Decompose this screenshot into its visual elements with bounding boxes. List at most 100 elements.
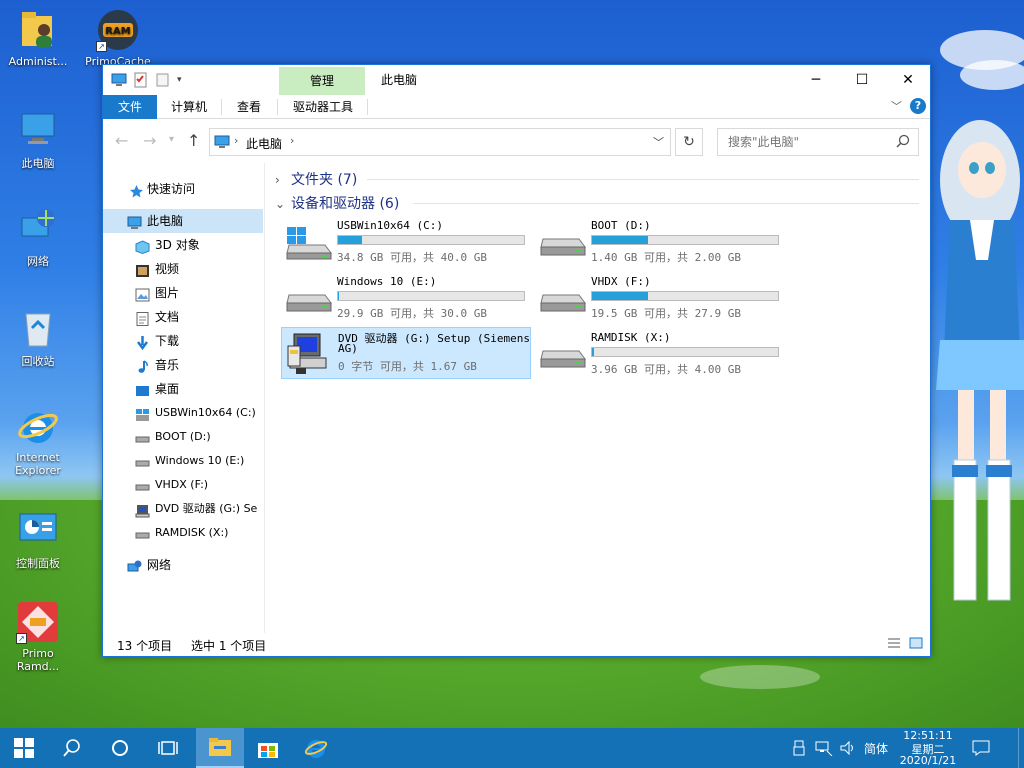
title-bar[interactable]: ▾ 管理 此电脑 ─ ☐ ✕: [103, 65, 930, 95]
desktop-icon-recycle-bin[interactable]: 回收站: [0, 306, 76, 369]
minimize-button[interactable]: ─: [793, 65, 839, 95]
ribbon-divider: [367, 99, 368, 115]
cortana-circle-icon: [112, 740, 128, 756]
ime-indicator[interactable]: 简体: [860, 740, 892, 757]
drive-tile-x[interactable]: RAMDISK (X:) 3.96 GB 可用，共 4.00 GB: [535, 329, 785, 381]
nav-label: 网络: [147, 558, 172, 572]
nav-drive-x[interactable]: RAMDISK (X:): [103, 521, 263, 545]
show-desktop-button[interactable]: [1018, 728, 1024, 768]
recent-locations-chevron-icon[interactable]: ▾: [169, 134, 174, 145]
desktop-icon-internet-explorer[interactable]: Internet Explorer: [0, 404, 76, 477]
nav-desktop[interactable]: 桌面: [103, 377, 263, 401]
navigation-bar: ← → ▾ ↑ › 此电脑 › ﹀ ↻: [103, 119, 930, 163]
drive-tile-d[interactable]: BOOT (D:) 1.40 GB 可用，共 2.00 GB: [535, 217, 785, 269]
nav-pictures[interactable]: 图片: [103, 281, 263, 305]
nav-downloads[interactable]: 下载: [103, 329, 263, 353]
breadcrumb-separator-icon[interactable]: ›: [290, 134, 294, 147]
address-bar[interactable]: › 此电脑 › ﹀: [209, 128, 671, 156]
tab-drive-tools[interactable]: 驱动器工具: [281, 95, 365, 119]
nav-this-pc[interactable]: 此电脑: [103, 209, 263, 233]
forward-arrow-icon[interactable]: →: [143, 131, 156, 150]
search-input[interactable]: [718, 129, 888, 155]
nav-label: Windows 10 (E:): [155, 454, 245, 467]
new-folder-icon[interactable]: [155, 72, 171, 88]
search-button[interactable]: [48, 728, 96, 768]
wallpaper-cloud: [700, 665, 820, 689]
nav-quick-access[interactable]: 快速访问: [103, 177, 263, 201]
breadcrumb-separator-icon[interactable]: ›: [234, 134, 238, 147]
svg-text:RAM: RAM: [105, 26, 130, 37]
nav-drive-c[interactable]: USBWin10x64 (C:): [103, 401, 263, 425]
computer-icon: [16, 108, 60, 152]
search-box[interactable]: [717, 128, 919, 156]
tray-volume-icon[interactable]: [836, 728, 860, 768]
tray-usb-icon[interactable]: [788, 728, 810, 768]
tab-file[interactable]: 文件: [103, 95, 157, 119]
nav-network[interactable]: 网络: [103, 553, 263, 577]
desktop-icon: [135, 382, 150, 396]
refresh-button[interactable]: ↻: [675, 128, 703, 156]
desktop-icon-label: 此电脑: [21, 157, 55, 170]
properties-icon[interactable]: [133, 72, 149, 88]
breadcrumb-this-pc[interactable]: 此电脑: [246, 135, 282, 152]
nav-3d-objects[interactable]: 3D 对象: [103, 233, 263, 257]
desktop-icon-primocache[interactable]: RAM ↗ PrimoCache: [80, 8, 156, 68]
nav-videos[interactable]: 视频: [103, 257, 263, 281]
music-note-icon: [135, 358, 150, 373]
nav-documents[interactable]: 文档: [103, 305, 263, 329]
clock-date[interactable]: 2020/1/21: [896, 754, 960, 767]
desktop-icon-administrator[interactable]: Administ...: [0, 8, 76, 68]
group-header-devices[interactable]: ⌄ 设备和驱动器 (6): [275, 193, 399, 213]
video-icon: [135, 262, 150, 277]
ie-icon: [16, 404, 60, 448]
desktop-icon-primo-ramdisk[interactable]: ↗ Primo Ramd...: [0, 600, 76, 673]
drive-capacity-text: 0 字节 可用，共 1.67 GB: [338, 360, 477, 373]
taskbar-file-explorer[interactable]: [196, 728, 244, 768]
hard-drive-icon: [285, 281, 333, 317]
tray-network-icon[interactable]: [812, 728, 836, 768]
desktop-icon-network[interactable]: 网络: [0, 206, 76, 269]
hard-drive-icon: [539, 337, 587, 373]
nav-drive-f[interactable]: VHDX (F:): [103, 473, 263, 497]
nav-label: 文档: [155, 310, 180, 324]
up-arrow-icon[interactable]: ↑: [187, 131, 200, 150]
drive-tile-g[interactable]: DVD 驱动器 (G:) Setup (Siemens AG) 0 字节 可用，…: [281, 327, 531, 379]
drive-usage-bar: [591, 291, 779, 301]
action-center-button[interactable]: [966, 728, 996, 768]
cortana-button[interactable]: [96, 728, 144, 768]
details-view-icon[interactable]: [887, 637, 901, 649]
tab-manage[interactable]: 管理: [279, 67, 365, 95]
nav-music[interactable]: 音乐: [103, 353, 263, 377]
group-header-folders[interactable]: › 文件夹 (7): [275, 169, 357, 189]
large-icons-view-icon[interactable]: [909, 637, 923, 649]
nav-drive-d[interactable]: BOOT (D:): [103, 425, 263, 449]
drive-tile-f[interactable]: VHDX (F:) 19.5 GB 可用，共 27.9 GB: [535, 273, 785, 325]
back-arrow-icon[interactable]: ←: [115, 131, 128, 150]
task-view-icon: [158, 741, 178, 755]
desktop-icon-control-panel[interactable]: 控制面板: [0, 508, 76, 571]
tab-computer[interactable]: 计算机: [159, 95, 219, 119]
maximize-button[interactable]: ☐: [839, 65, 885, 95]
close-button[interactable]: ✕: [885, 65, 931, 95]
taskbar-microsoft-store[interactable]: [244, 728, 292, 768]
start-button[interactable]: [0, 728, 48, 768]
nav-drive-g[interactable]: DVD 驱动器 (G:) Se: [103, 497, 263, 521]
help-icon[interactable]: ?: [910, 98, 926, 114]
customize-toolbar-icon[interactable]: ▾: [177, 72, 187, 88]
quick-access-toolbar: ▾: [103, 65, 187, 95]
task-view-button[interactable]: [144, 728, 192, 768]
explorer-body: 快速访问 此电脑 3D 对象 视频 图片 文档 下载 音乐 桌面 USBWin1…: [103, 163, 930, 633]
desktop-icon-this-pc[interactable]: 此电脑: [0, 108, 76, 171]
dvd-setup-icon: [286, 332, 334, 374]
chevron-right-icon: ›: [275, 173, 280, 187]
drive-tile-c[interactable]: USBWin10x64 (C:) 34.8 GB 可用，共 40.0 GB: [281, 217, 531, 269]
computer-small-icon: [127, 214, 142, 229]
tab-view[interactable]: 查看: [225, 95, 273, 119]
nav-label: 视频: [155, 262, 180, 276]
expand-ribbon-chevron-icon[interactable]: ﹀: [891, 98, 902, 114]
address-history-chevron-icon[interactable]: ﹀: [653, 134, 664, 150]
computer-small-icon[interactable]: [111, 72, 127, 88]
taskbar-internet-explorer[interactable]: [292, 728, 340, 768]
drive-tile-e[interactable]: Windows 10 (E:) 29.9 GB 可用，共 30.0 GB: [281, 273, 531, 325]
nav-drive-e[interactable]: Windows 10 (E:): [103, 449, 263, 473]
